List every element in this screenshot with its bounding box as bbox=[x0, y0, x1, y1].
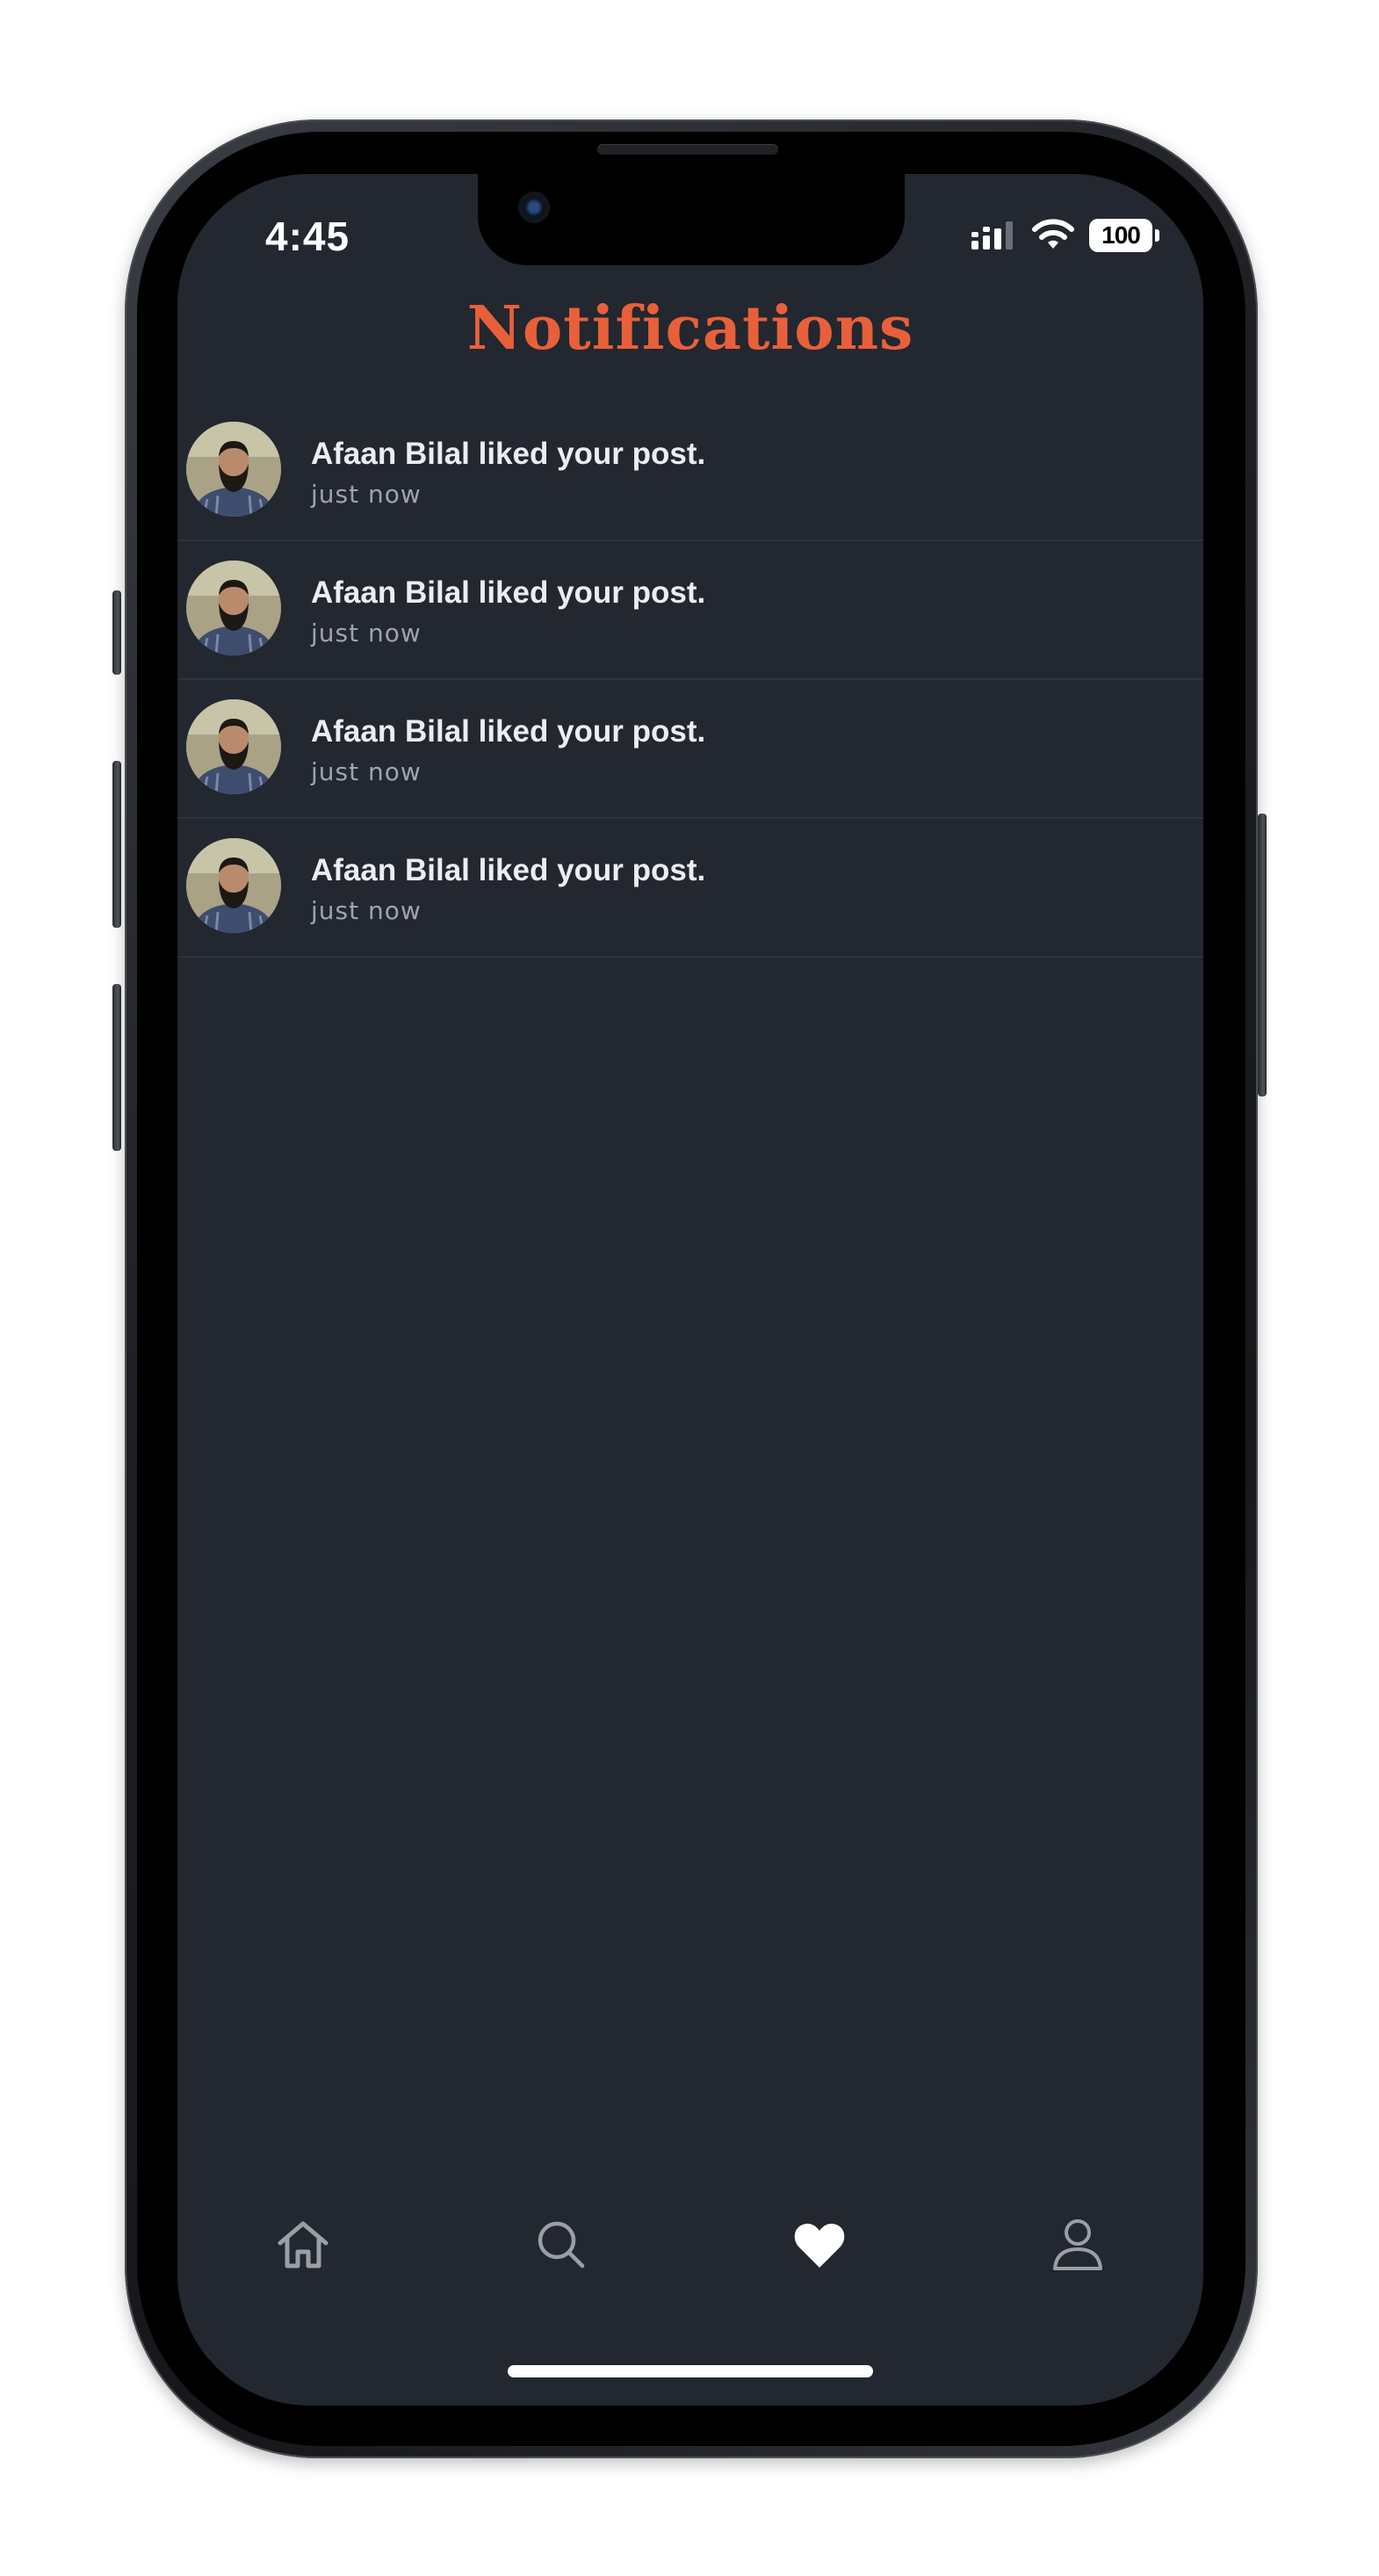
notification-text: Afaan Bilal liked your post. just now bbox=[311, 575, 705, 648]
page-title: Notifications bbox=[466, 293, 914, 364]
nav-home-button[interactable] bbox=[272, 2216, 334, 2277]
nav-search-button[interactable] bbox=[531, 2216, 592, 2277]
notification-message: Afaan Bilal liked your post. bbox=[311, 853, 706, 887]
notification-text: Afaan Bilal liked your post. just now bbox=[311, 852, 705, 925]
avatar[interactable] bbox=[186, 838, 281, 933]
notification-time: just now bbox=[311, 480, 422, 509]
bottom-nav bbox=[177, 2195, 1203, 2300]
earpiece-speaker bbox=[597, 144, 778, 155]
notification-message: Afaan Bilal liked your post. bbox=[311, 437, 706, 471]
notification-item[interactable]: Afaan Bilal liked your post. just now bbox=[177, 541, 1203, 680]
signal-icon bbox=[970, 220, 1017, 251]
notification-item[interactable]: Afaan Bilal liked your post. just now bbox=[177, 402, 1203, 541]
notification-time: just now bbox=[311, 619, 422, 648]
avatar[interactable] bbox=[186, 699, 281, 794]
notification-text: Afaan Bilal liked your post. just now bbox=[311, 436, 705, 509]
device-mockup: 4:45 100 Notifications Afaan Bilal liked… bbox=[0, 0, 1379, 2576]
notification-time: just now bbox=[311, 896, 422, 925]
search-icon bbox=[535, 2218, 588, 2276]
app-screen: 4:45 100 Notifications Afaan Bilal liked… bbox=[177, 174, 1203, 2406]
avatar[interactable] bbox=[186, 422, 281, 517]
front-camera bbox=[518, 192, 550, 223]
notification-message: Afaan Bilal liked your post. bbox=[311, 714, 706, 749]
mute-switch bbox=[112, 590, 121, 675]
notification-text: Afaan Bilal liked your post. just now bbox=[311, 713, 705, 786]
wifi-icon bbox=[1031, 219, 1075, 252]
notification-time: just now bbox=[311, 757, 422, 786]
notification-message: Afaan Bilal liked your post. bbox=[311, 575, 706, 610]
notification-item[interactable]: Afaan Bilal liked your post. just now bbox=[177, 680, 1203, 819]
notification-item[interactable]: Afaan Bilal liked your post. just now bbox=[177, 819, 1203, 958]
volume-down-button bbox=[112, 984, 121, 1151]
notification-list: Afaan Bilal liked your post. just now Af… bbox=[177, 402, 1203, 958]
home-icon bbox=[275, 2218, 331, 2276]
volume-up-button bbox=[112, 761, 121, 928]
battery-level: 100 bbox=[1101, 221, 1141, 249]
nav-notifications-button[interactable] bbox=[789, 2216, 850, 2277]
nav-profile-button[interactable] bbox=[1047, 2216, 1108, 2277]
avatar[interactable] bbox=[186, 561, 281, 655]
home-indicator[interactable] bbox=[508, 2365, 873, 2377]
status-time: 4:45 bbox=[265, 213, 350, 259]
profile-icon bbox=[1051, 2218, 1104, 2276]
heart-icon bbox=[792, 2220, 847, 2274]
status-icons: 100 bbox=[970, 218, 1159, 253]
power-button bbox=[1258, 814, 1267, 1096]
battery-icon: 100 bbox=[1089, 219, 1159, 252]
